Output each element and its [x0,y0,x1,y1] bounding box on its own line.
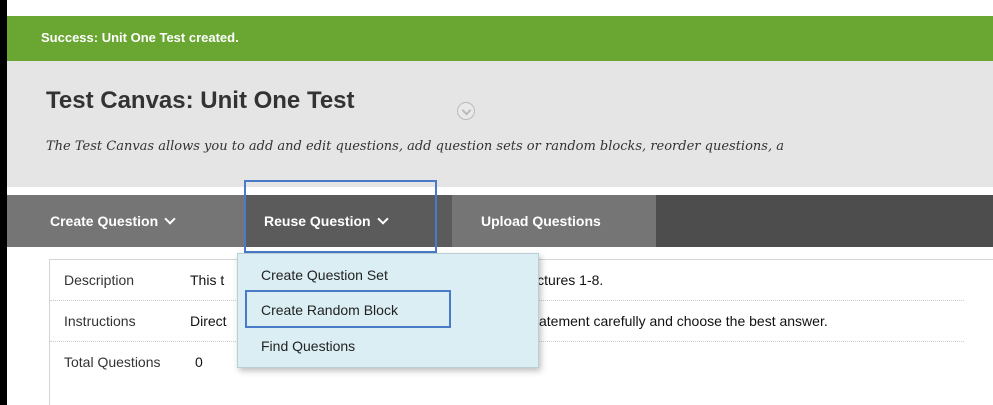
description-value-start: This t [190,272,225,288]
instructions-label: Instructions [64,313,136,329]
find-questions-item[interactable]: Find Questions [238,330,538,362]
instructions-value-end: atement carefully and choose the best an… [539,313,828,329]
chevron-down-icon [164,213,176,225]
create-question-label: Create Question [50,213,159,229]
create-question-button[interactable]: Create Question [7,195,237,247]
upload-questions-label: Upload Questions [481,213,601,229]
action-bar: Create Question Reuse Question Upload Qu… [7,195,993,247]
page-description: The Test Canvas allows you to add and ed… [46,139,784,154]
success-message: Success: Unit One Test created. [41,30,239,45]
success-notification: Success: Unit One Test created. [7,16,993,61]
total-questions-label: Total Questions [64,354,161,370]
upload-questions-button[interactable]: Upload Questions [452,195,656,247]
title-options-chevron-icon[interactable] [457,102,475,120]
page-header: Test Canvas: Unit One Test The Test Canv… [7,61,993,187]
description-label: Description [64,272,135,288]
page-title: Test Canvas: Unit One Test [46,87,355,114]
instructions-value-start: Direct [190,313,227,329]
page: Success: Unit One Test created. Test Can… [0,0,993,405]
create-random-block-highlight [245,290,451,328]
total-questions-value: 0 [195,354,203,370]
create-question-set-item[interactable]: Create Question Set [238,259,538,291]
window-edge [0,0,7,405]
reuse-question-highlight [244,180,437,253]
